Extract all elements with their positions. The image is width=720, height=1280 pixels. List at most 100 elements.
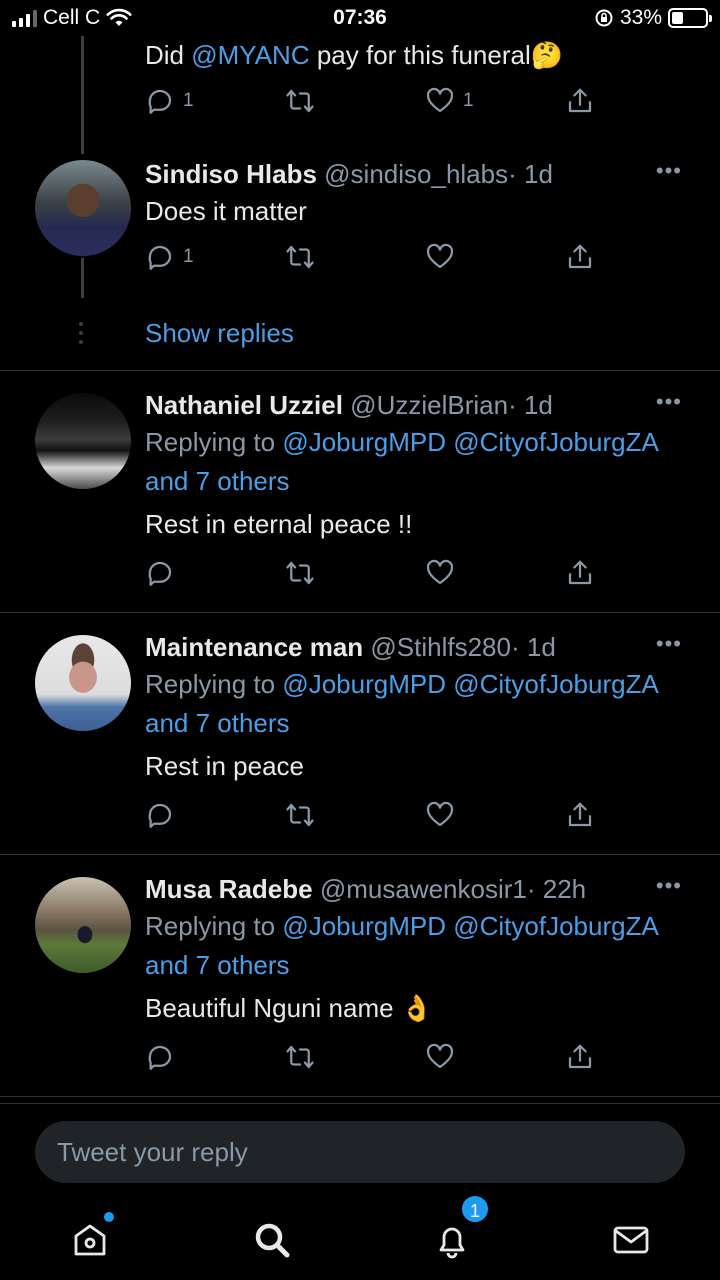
others-link[interactable]: and 7 others — [145, 466, 290, 496]
reply-button[interactable]: 1 — [145, 242, 194, 272]
tweet-reply-input[interactable] — [35, 1121, 685, 1183]
share-button[interactable] — [565, 558, 595, 588]
reply-count: 1 — [183, 90, 194, 111]
display-name[interactable]: Musa Radebe — [145, 874, 313, 904]
more-options-icon[interactable]: ••• — [656, 873, 682, 899]
avatar[interactable] — [35, 635, 131, 731]
replying-label: Replying to — [145, 911, 283, 941]
like-button[interactable]: 1 — [425, 86, 474, 116]
tab-search[interactable] — [250, 1218, 294, 1262]
share-icon — [568, 560, 592, 585]
retweet-button[interactable] — [285, 86, 315, 116]
tweet-actions — [145, 800, 605, 834]
others-link[interactable]: and 7 others — [145, 950, 290, 980]
reply-icon — [148, 803, 172, 828]
tab-bar: 1 — [0, 1194, 720, 1280]
mention-link[interactable]: @JoburgMPD — [282, 669, 446, 699]
avatar[interactable] — [35, 160, 131, 256]
like-button[interactable] — [425, 800, 455, 830]
reply-button[interactable] — [145, 800, 175, 830]
bell-icon — [439, 1227, 465, 1259]
display-name[interactable]: Maintenance man — [145, 632, 363, 662]
tweet-actions — [145, 558, 605, 592]
tweet-actions — [145, 1042, 605, 1076]
display-name[interactable]: Sindiso Hlabs — [145, 159, 317, 189]
thread-line — [81, 258, 84, 298]
heart-icon — [426, 1043, 454, 1069]
reply-button[interactable] — [145, 1042, 175, 1072]
retweet-button[interactable] — [285, 558, 315, 588]
tweet-text: Does it matter — [145, 196, 307, 226]
retweet-icon — [286, 803, 314, 827]
status-right: 33% — [594, 6, 712, 30]
status-left: Cell C — [12, 6, 132, 30]
share-icon — [568, 802, 592, 827]
avatar[interactable] — [35, 393, 131, 489]
replying-to: Replying to @JoburgMPD @CityofJoburgZA an… — [145, 665, 690, 743]
retweet-icon — [286, 245, 314, 269]
handle[interactable]: @musawenkosir1 — [320, 874, 527, 904]
handle[interactable]: @UzzielBrian — [350, 390, 508, 420]
home-icon — [74, 1224, 106, 1256]
handle[interactable]: @sindiso_hlabs — [324, 159, 508, 189]
timestamp: · 1d — [508, 390, 553, 420]
reply-button[interactable]: 1 — [145, 86, 194, 116]
tweet-text: Beautiful Nguni name 👌 — [145, 991, 690, 1025]
reply-icon — [148, 89, 172, 114]
share-button[interactable] — [565, 86, 595, 116]
tab-messages[interactable] — [609, 1218, 653, 1262]
signal-icon — [12, 9, 37, 27]
replying-to: Replying to @JoburgMPD @CityofJoburgZA an… — [145, 907, 690, 985]
mention-link[interactable]: @JoburgMPD — [282, 911, 446, 941]
like-count: 1 — [463, 90, 474, 111]
mention-link[interactable]: @CityofJoburgZA — [453, 669, 659, 699]
replying-label: Replying to — [145, 427, 283, 457]
thread-line — [81, 36, 84, 154]
thread-dots — [79, 322, 85, 349]
more-options-icon[interactable]: ••• — [656, 631, 682, 657]
retweet-button[interactable] — [285, 242, 315, 272]
show-replies-link[interactable]: Show replies — [145, 318, 294, 349]
reply-button[interactable] — [145, 558, 175, 588]
notification-badge: 1 — [460, 1194, 490, 1224]
tweet-text-suffix: pay for this funeral — [309, 40, 531, 70]
reply-count: 1 — [183, 246, 194, 267]
replying-label: Replying to — [145, 669, 283, 699]
divider — [0, 854, 720, 855]
tab-home[interactable] — [68, 1212, 114, 1262]
timestamp: · 22h — [526, 874, 587, 904]
unread-dot — [104, 1212, 114, 1222]
share-icon — [568, 244, 592, 269]
tweet-body: Nathaniel Uzziel @UzzielBrian· 1d Replyi… — [145, 389, 690, 541]
like-button[interactable] — [425, 558, 455, 588]
mention-link[interactable]: @CityofJoburgZA — [453, 427, 659, 457]
mention-link[interactable]: @CityofJoburgZA — [453, 911, 659, 941]
share-icon — [568, 88, 592, 113]
tweet-text: Rest in peace — [145, 751, 304, 781]
share-icon — [568, 1044, 592, 1069]
share-button[interactable] — [565, 800, 595, 830]
avatar[interactable] — [35, 877, 131, 973]
battery-percent: 33% — [619, 6, 662, 29]
carrier-label: Cell C — [43, 6, 101, 29]
heart-icon — [426, 87, 454, 113]
retweet-button[interactable] — [285, 800, 315, 830]
retweet-button[interactable] — [285, 1042, 315, 1072]
tweet-header: Nathaniel Uzziel @UzzielBrian· 1d — [145, 389, 690, 421]
mention-link[interactable]: @JoburgMPD — [282, 427, 446, 457]
more-options-icon[interactable]: ••• — [656, 158, 682, 184]
more-options-icon[interactable]: ••• — [656, 389, 682, 415]
display-name[interactable]: Nathaniel Uzziel — [145, 390, 343, 420]
handle[interactable]: @Stihlfs280 — [370, 632, 511, 662]
mention-link[interactable]: @MYANC — [191, 40, 309, 70]
tweet-body: Did @MYANC pay for this funeral🤔 — [145, 38, 690, 72]
retweet-icon — [286, 1045, 314, 1069]
share-button[interactable] — [565, 242, 595, 272]
like-button[interactable] — [425, 242, 455, 272]
share-button[interactable] — [565, 1042, 595, 1072]
others-link[interactable]: and 7 others — [145, 708, 290, 738]
like-button[interactable] — [425, 1042, 455, 1072]
tweet-text: Rest in eternal peace !! — [145, 509, 413, 539]
status-bar: Cell C 07:36 33% — [0, 0, 720, 36]
tab-notifications[interactable]: 1 — [430, 1194, 490, 1262]
